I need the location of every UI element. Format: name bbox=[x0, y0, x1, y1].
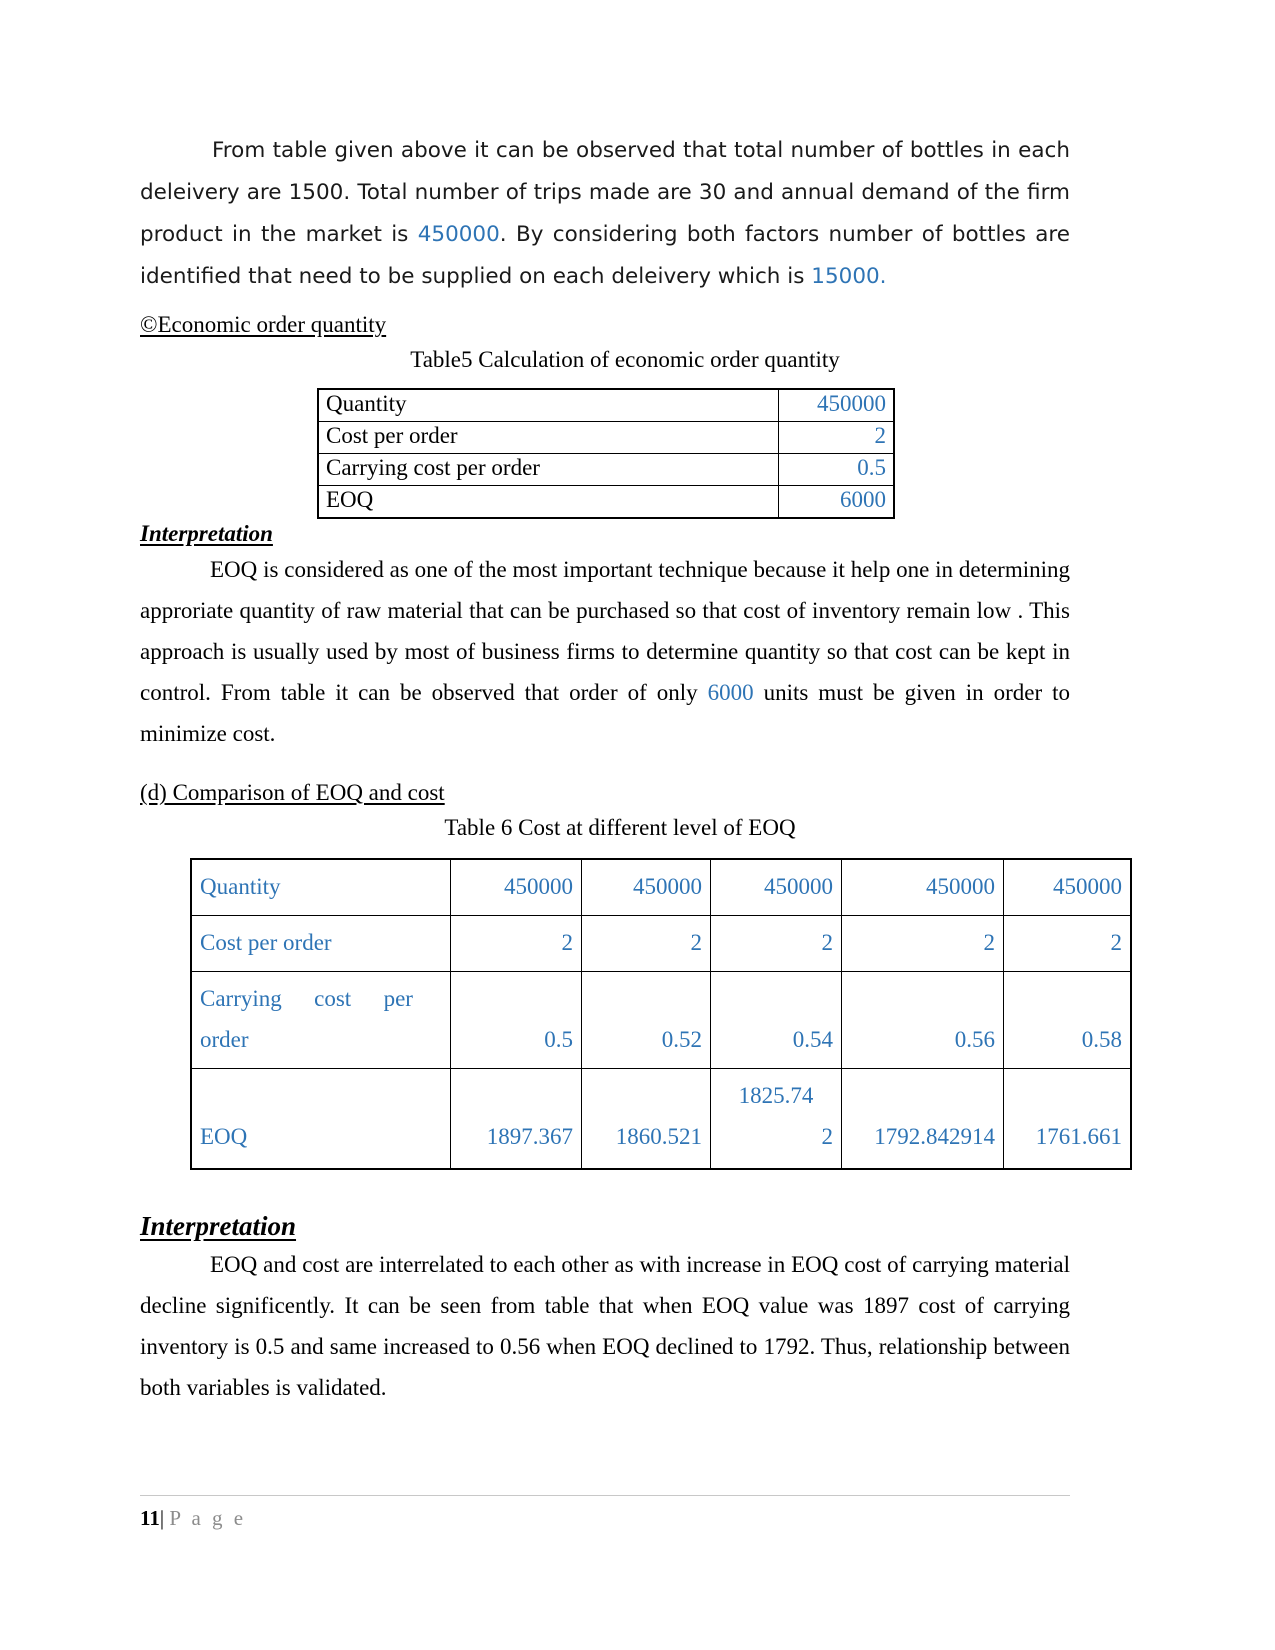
table6-quantity-col5: 450000 bbox=[1003, 858, 1132, 916]
table6-label-eoq: EOQ bbox=[190, 1068, 451, 1170]
table6-quantity-col3: 450000 bbox=[710, 858, 842, 916]
table6-eoq-col2-value: 1860.521 bbox=[615, 1124, 702, 1149]
table6-quantity-col2: 450000 bbox=[581, 858, 711, 916]
footer-page-number: 11 bbox=[140, 1506, 160, 1530]
comparison-interpretation-paragraph: EOQ and cost are interrelated to each ot… bbox=[140, 1244, 1070, 1408]
table-row: Quantity 450000 450000 450000 450000 450… bbox=[190, 858, 1132, 916]
table6-carrying-col3: 0.54 bbox=[710, 971, 842, 1069]
table6-eoq-col5-value: 1761.661 bbox=[1035, 1124, 1122, 1149]
page-content: From table given above it can be observe… bbox=[140, 130, 1132, 1408]
table5-label-carrying-cost: Carrying cost per order bbox=[317, 453, 779, 486]
table-row: Cost per order 2 2 2 2 2 bbox=[190, 915, 1132, 972]
table6: Quantity 450000 450000 450000 450000 450… bbox=[190, 858, 1132, 1170]
table6-carrying-col1-value: 0.5 bbox=[544, 1027, 573, 1052]
table6-eoq-col4-value: 1792.842914 bbox=[874, 1124, 995, 1149]
document-page: From table given above it can be observe… bbox=[0, 0, 1275, 1650]
table-row: Quantity 450000 bbox=[317, 388, 895, 422]
table6-eoq-col2: 1860.521 bbox=[581, 1068, 711, 1170]
footer-page-label: 11| P a g e bbox=[140, 1496, 1070, 1531]
footer-separator: | bbox=[159, 1506, 165, 1530]
table6-carrying-col4: 0.56 bbox=[841, 971, 1004, 1069]
table-row: EOQ 1897.367 1860.521 1825.74 2 1792.8429… bbox=[190, 1068, 1132, 1170]
table6-quantity-col4: 450000 bbox=[841, 858, 1004, 916]
table6-carrying-col5-value: 0.58 bbox=[1081, 1027, 1122, 1052]
table-row: Carrying cost per order 0.5 0.52 0.54 0.56 … bbox=[190, 971, 1132, 1069]
table6-wrapper: Quantity 450000 450000 450000 450000 450… bbox=[140, 858, 1132, 1170]
table-row: EOQ 6000 bbox=[317, 485, 895, 519]
table5-label-eoq: EOQ bbox=[317, 485, 779, 519]
table6-label-carrying-cost-text: Carrying cost per order bbox=[200, 986, 413, 1052]
interpretation-heading-2: Interpretation bbox=[140, 1211, 297, 1241]
intro-value-450000: 450000 bbox=[417, 222, 500, 247]
table6-eoq-col1-value: 1897.367 bbox=[486, 1124, 573, 1149]
table6-eoq-col3-value: 1825.74 2 bbox=[738, 1083, 833, 1149]
table6-cost-col4: 2 bbox=[841, 915, 1004, 972]
table5-value-carrying-cost: 0.5 bbox=[778, 453, 895, 486]
table5-caption: Table5 Calculation of economic order qua… bbox=[410, 347, 840, 372]
intro-value-15000: 15000. bbox=[811, 264, 887, 289]
footer-page-word: P a g e bbox=[169, 1506, 247, 1530]
eoq-interpretation-paragraph: EOQ is considered as one of the most imp… bbox=[140, 549, 1070, 754]
table6-carrying-col1: 0.5 bbox=[450, 971, 582, 1069]
table6-quantity-col1: 450000 bbox=[450, 858, 582, 916]
table6-eoq-col4: 1792.842914 bbox=[841, 1068, 1004, 1170]
section-heading-eoq: ©Economic order quantity bbox=[140, 312, 387, 337]
table5-label-cost-per-order: Cost per order bbox=[317, 421, 779, 454]
comparison-interp-text: EOQ and cost are interrelated to each ot… bbox=[140, 1252, 1070, 1400]
table6-cost-col2: 2 bbox=[581, 915, 711, 972]
table5-value-quantity: 450000 bbox=[778, 388, 895, 422]
table6-carrying-col2-value: 0.52 bbox=[661, 1027, 702, 1052]
eoq-interp-value-6000: 6000 bbox=[707, 680, 754, 705]
table6-cost-col1: 2 bbox=[450, 915, 582, 972]
table6-eoq-col1: 1897.367 bbox=[450, 1068, 582, 1170]
section-heading-eoq-wrapper: ©Economic order quantity bbox=[140, 308, 1070, 342]
table5: Quantity 450000 Cost per order 2 Carryin… bbox=[317, 388, 895, 519]
interpretation-heading-2-wrapper: Interpretation bbox=[140, 1208, 1070, 1244]
table6-carrying-col2: 0.52 bbox=[581, 971, 711, 1069]
table5-label-quantity: Quantity bbox=[317, 388, 779, 422]
table6-eoq-col5: 1761.661 bbox=[1003, 1068, 1132, 1170]
section-heading-comparison: (d) Comparison of EOQ and cost bbox=[140, 780, 445, 805]
table6-carrying-col4-value: 0.56 bbox=[954, 1027, 995, 1052]
table5-value-cost-per-order: 2 bbox=[778, 421, 895, 454]
page-footer: 11| P a g e bbox=[140, 1495, 1070, 1531]
interpretation-heading-1-wrapper: Interpretation bbox=[140, 519, 1070, 549]
table6-caption: Table 6 Cost at different level of EOQ bbox=[444, 815, 796, 840]
table6-carrying-col5: 0.58 bbox=[1003, 971, 1132, 1069]
table6-label-eoq-text: EOQ bbox=[200, 1124, 248, 1149]
interpretation-heading-1: Interpretation bbox=[140, 521, 273, 546]
table-row: Cost per order 2 bbox=[317, 421, 895, 454]
table6-label-carrying-cost: Carrying cost per order bbox=[190, 971, 451, 1069]
table6-cost-col5: 2 bbox=[1003, 915, 1132, 972]
table-row: Carrying cost per order 0.5 bbox=[317, 453, 895, 486]
section-heading-comparison-wrapper: (d) Comparison of EOQ and cost bbox=[140, 776, 1070, 810]
table5-wrapper: Quantity 450000 Cost per order 2 Carryin… bbox=[140, 388, 1070, 519]
table6-label-cost-per-order: Cost per order bbox=[190, 915, 451, 972]
table6-carrying-col3-value: 0.54 bbox=[792, 1027, 833, 1052]
table6-cost-col3: 2 bbox=[710, 915, 842, 972]
table6-eoq-col3: 1825.74 2 bbox=[710, 1068, 842, 1170]
table5-value-eoq: 6000 bbox=[778, 485, 895, 519]
intro-paragraph: From table given above it can be observe… bbox=[140, 130, 1070, 298]
table6-label-quantity: Quantity bbox=[190, 858, 451, 916]
